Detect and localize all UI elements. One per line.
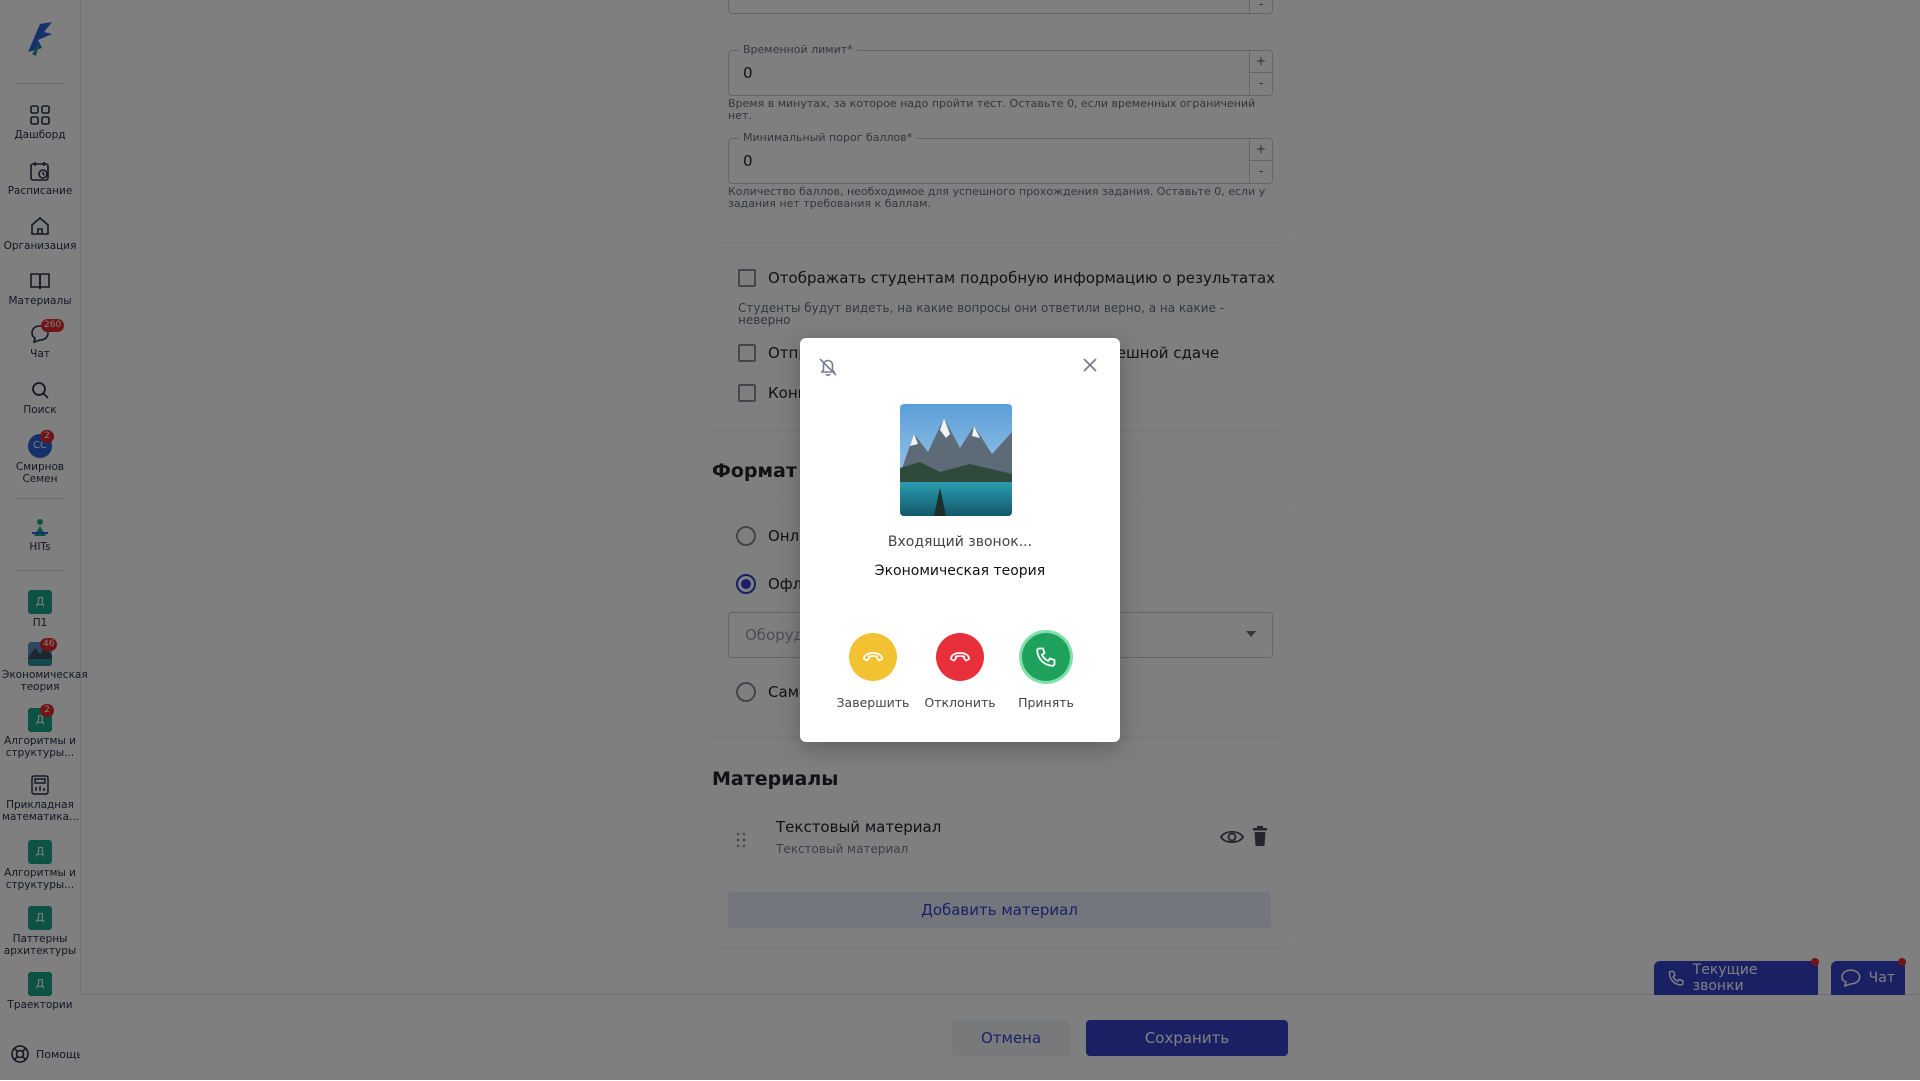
hang-up-icon [950,652,970,662]
accept-call-button[interactable] [1022,633,1070,681]
end-call-button[interactable] [849,633,897,681]
caller-avatar [900,404,1012,516]
bell-off-icon[interactable] [817,356,839,378]
end-call-label: Завершить [836,695,910,710]
hang-up-icon [863,652,883,662]
close-icon[interactable] [1081,356,1099,374]
caller-name: Экономическая теория [874,563,1046,579]
decline-call-label: Отклонить [924,695,996,710]
call-status: Входящий звонок... [887,534,1033,550]
phone-icon [1036,647,1056,667]
accept-call-label: Принять [1018,695,1074,710]
incoming-call-modal: Входящий звонок... Экономическая теория … [800,338,1120,742]
decline-call-button[interactable] [936,633,984,681]
